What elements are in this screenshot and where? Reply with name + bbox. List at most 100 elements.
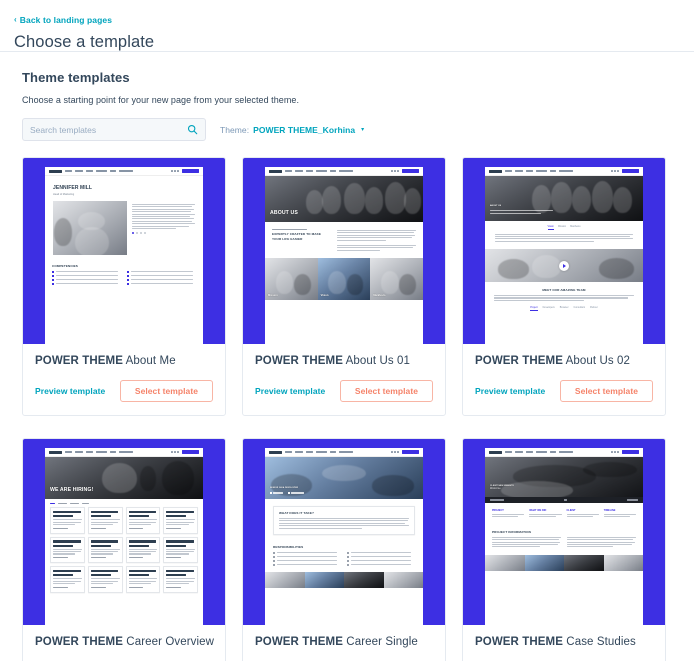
photo-shape <box>532 255 561 279</box>
select-template-button[interactable]: Select template <box>339 380 433 402</box>
chevron-down-icon[interactable]: ▾ <box>361 126 364 133</box>
preview-responsibility-text <box>276 559 342 562</box>
preview-nav-item <box>330 170 336 172</box>
template-grid: JENNIFER MILL Head of Marketing COMPETEN… <box>22 157 672 661</box>
top-header-bar: ‹ Back to landing pages Choose a templat… <box>0 0 694 52</box>
search-icon[interactable] <box>187 124 198 135</box>
theme-filter-value[interactable]: POWER THEME_Korhina <box>253 125 355 135</box>
preview-job-card <box>163 566 198 593</box>
preview-competency-item <box>127 271 196 274</box>
template-thumbnail[interactable]: ABOUT US EXPERTLY CRAFTED TO MAKE YOUR L… <box>243 158 445 344</box>
preview-hero-photo: SENIOR JAVA DEVELOPER <box>265 457 423 499</box>
bullet-icon <box>52 275 54 278</box>
text-line <box>166 515 187 518</box>
preview-section-heading: WHAT DOES IT TAKE? <box>279 511 315 515</box>
template-card: ABOUT US Vision Mission Manifesto MEET OUR… <box>462 157 666 416</box>
check-icon <box>273 563 275 566</box>
photo-shape <box>328 270 347 294</box>
preview-strip-photo <box>265 572 305 589</box>
text-line <box>53 586 68 588</box>
preview-nav-item <box>330 451 336 453</box>
search-input[interactable] <box>30 124 187 135</box>
template-thumbnail[interactable]: ABOUT US Vision Mission Manifesto MEET OUR… <box>463 158 665 344</box>
text-line <box>53 580 81 582</box>
preview-navbar <box>265 167 423 176</box>
text-line <box>336 237 413 239</box>
preview-strip-photo <box>304 572 344 589</box>
text-line <box>128 553 151 555</box>
preview-meta-item: TIMELINE <box>603 509 636 519</box>
text-line <box>350 551 412 554</box>
select-template-button[interactable]: Select template <box>559 380 653 402</box>
text-line <box>494 297 629 299</box>
preview-template-link[interactable]: Preview template <box>35 386 105 396</box>
preview-tiles: Mission Vision Manifesto <box>265 258 423 301</box>
text-line <box>272 229 307 231</box>
preview-tile-caption: Mission <box>268 294 278 298</box>
text-line <box>128 515 149 518</box>
preview-text-column <box>131 201 195 255</box>
text-line <box>166 540 194 543</box>
text-line <box>166 557 182 559</box>
preview-job-card <box>87 507 123 534</box>
preview-responsibility-item <box>273 559 342 563</box>
chevron-left-icon: ‹ <box>14 15 17 24</box>
text-line <box>166 578 195 580</box>
text-line <box>166 582 189 585</box>
preview-nav-item <box>86 451 93 453</box>
play-icon[interactable] <box>559 260 569 271</box>
preview-nav-icon <box>177 451 179 453</box>
text-line <box>128 544 149 547</box>
text-line <box>53 519 82 521</box>
bullet-icon <box>127 282 129 285</box>
preview-bottom-strip <box>485 554 643 571</box>
text-line <box>53 544 74 547</box>
text-line <box>166 573 187 577</box>
template-card-body: POWER THEME Career Overview Preview temp… <box>23 625 225 661</box>
preview-template-link[interactable]: Preview template <box>255 386 325 396</box>
preview-nav-icon <box>171 170 173 172</box>
preview-nav-item <box>295 170 303 172</box>
photo-shape <box>399 274 417 296</box>
text-line <box>90 544 111 547</box>
preview-nav-icon <box>397 451 399 453</box>
preview-dot <box>135 232 138 234</box>
template-thumbnail[interactable]: JENNIFER MILL Head of Marketing COMPETEN… <box>23 158 225 344</box>
text-line <box>350 555 412 557</box>
photo-shape <box>372 475 414 496</box>
text-line <box>90 586 106 588</box>
preview-responsibility-item <box>273 555 341 559</box>
back-to-landing-pages-link[interactable]: ‹ Back to landing pages <box>14 16 112 25</box>
preview-text-column <box>336 229 416 252</box>
photo-shape <box>161 461 194 495</box>
preview-tile-caption: Manifesto <box>373 294 386 298</box>
select-template-button[interactable]: Select template <box>119 380 213 402</box>
template-preview-page: WE ARE HIRING! <box>45 448 203 625</box>
page-title: Choose a template <box>14 33 155 51</box>
photo-shape <box>598 258 634 279</box>
photo-shape <box>321 186 341 214</box>
template-thumbnail[interactable]: WE ARE HIRING! <box>23 439 225 625</box>
preview-job-card <box>163 507 198 534</box>
preview-template-link[interactable]: Preview template <box>475 386 545 396</box>
template-thumbnail[interactable]: CLIENT NEW WEBSITE Welcome PROJECT WHAT … <box>463 439 665 625</box>
template-card-body: POWER THEME About Me Preview template Se… <box>23 344 225 415</box>
text-line <box>350 559 412 561</box>
preview-meta-item: PROJECT <box>492 509 525 519</box>
text-line <box>90 540 119 543</box>
text-line <box>276 555 338 557</box>
check-icon <box>347 563 349 566</box>
preview-nav-item <box>65 451 72 453</box>
text-line <box>166 548 195 550</box>
preview-video-photo <box>485 249 643 283</box>
text-line <box>131 227 177 229</box>
preview-nav-item <box>559 170 573 172</box>
theme-filter-dropdown[interactable]: Theme: POWER THEME_Korhina ▾ <box>220 125 364 135</box>
preview-cta-button <box>622 168 639 174</box>
preview-team-lines <box>494 295 634 301</box>
preview-nav-icon <box>391 451 393 453</box>
search-box[interactable] <box>22 118 206 141</box>
text-line <box>492 516 519 518</box>
template-thumbnail[interactable]: SENIOR JAVA DEVELOPER WHAT DOES IT TAKE?… <box>243 439 445 625</box>
bullet-icon <box>52 282 54 285</box>
